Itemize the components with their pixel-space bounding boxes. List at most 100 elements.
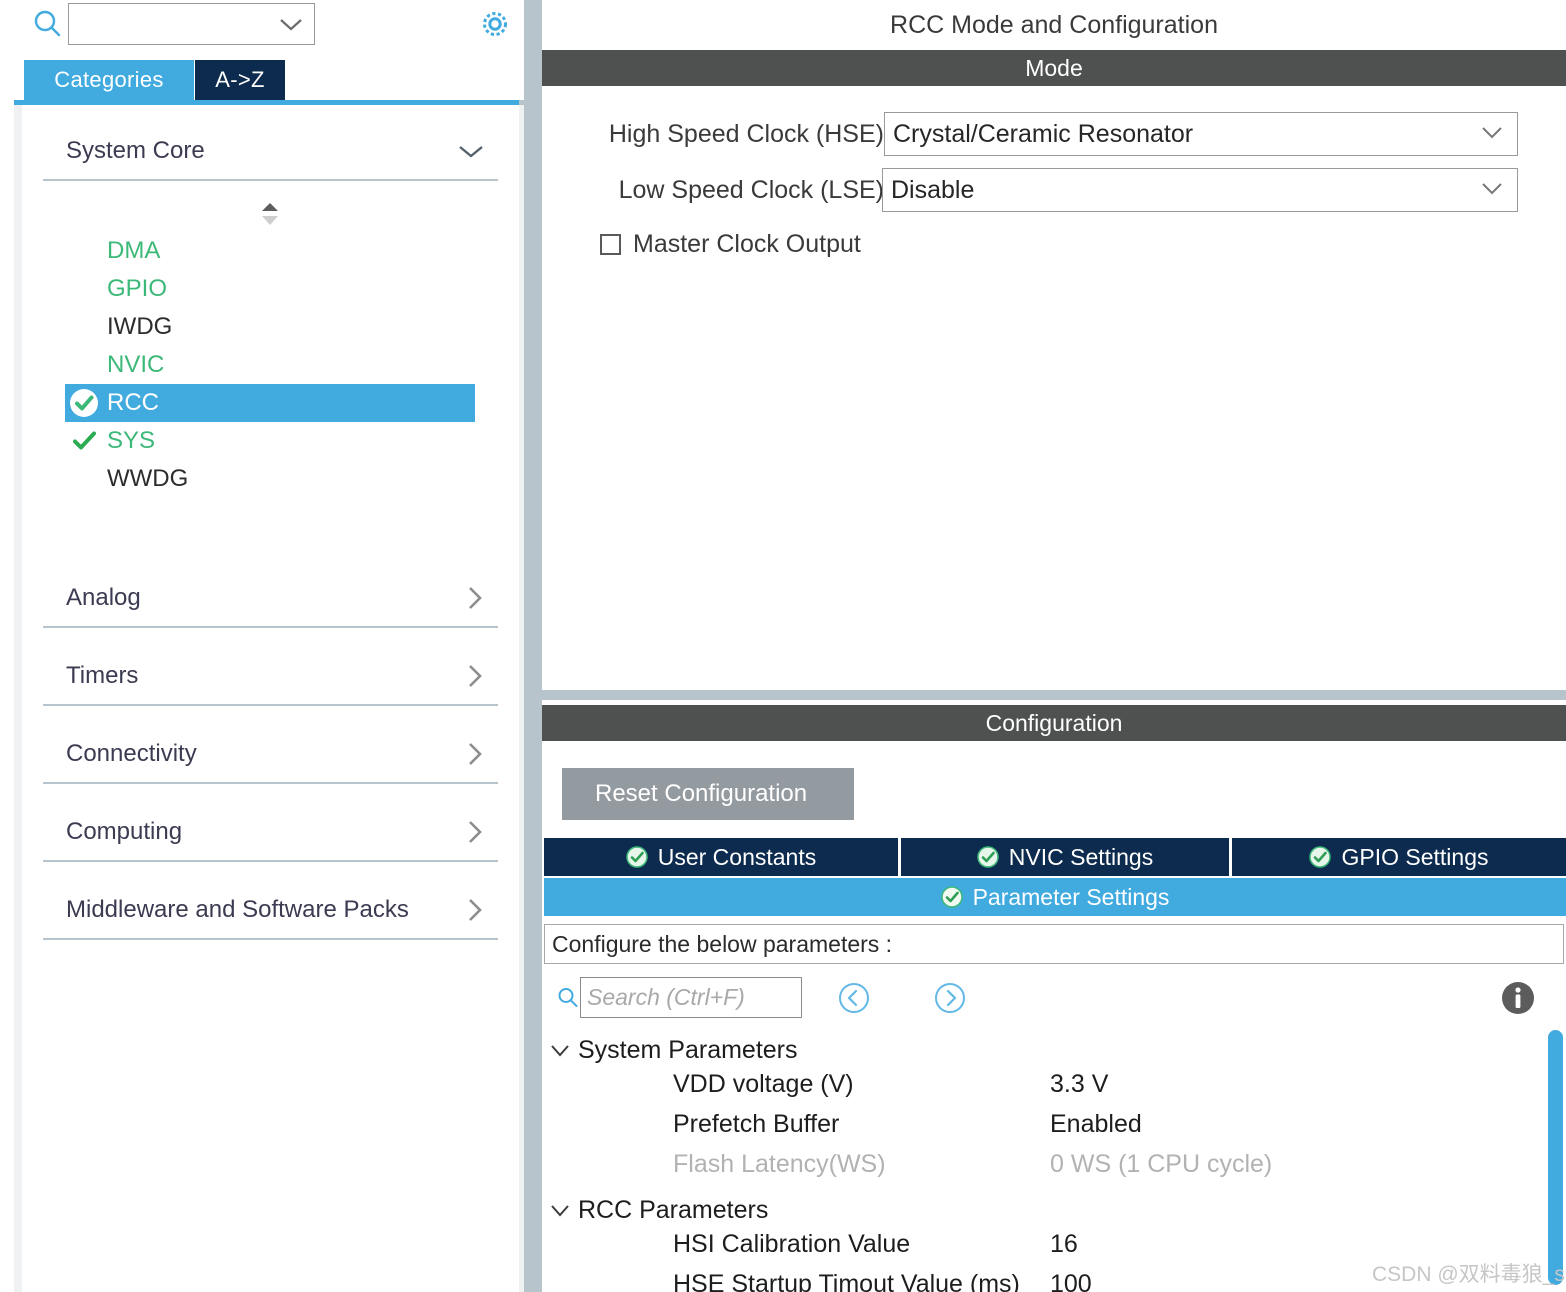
sidebar-item-rcc[interactable]: RCC bbox=[65, 384, 475, 422]
tab-label: Parameter Settings bbox=[972, 883, 1170, 910]
component-sidebar: Categories A->Z System Core DMA GPIO IWD… bbox=[0, 0, 521, 1292]
sidebar-item-wwdg[interactable]: WWDG bbox=[65, 460, 475, 498]
parameter-tree-scrollbar[interactable] bbox=[1548, 1030, 1563, 1285]
tab-label: GPIO Settings bbox=[1341, 843, 1489, 870]
lse-value: Disable bbox=[891, 175, 975, 204]
param-name: VDD voltage (V) bbox=[673, 1070, 854, 1098]
param-group-label: RCC Parameters bbox=[578, 1195, 769, 1224]
info-icon[interactable] bbox=[1500, 980, 1536, 1016]
sidebar-group-connectivity[interactable]: Connectivity bbox=[43, 726, 498, 784]
hse-select[interactable]: Crystal/Ceramic Resonator bbox=[884, 112, 1518, 156]
chevron-right-icon bbox=[464, 817, 498, 847]
splitter-top-gap bbox=[519, 0, 524, 100]
sidebar-tab-underline bbox=[14, 100, 521, 105]
status-badge bbox=[65, 270, 107, 308]
param-group-rcc-parameters[interactable]: RCC Parameters bbox=[542, 1190, 768, 1230]
sidebar-group-label: System Core bbox=[66, 137, 205, 164]
lse-select[interactable]: Disable bbox=[882, 168, 1518, 212]
sidebar-item-label: GPIO bbox=[107, 275, 168, 302]
sidebar-group-middleware[interactable]: Middleware and Software Packs bbox=[43, 882, 498, 940]
param-name: HSE Startup Timout Value (ms) bbox=[673, 1270, 1020, 1292]
status-badge bbox=[65, 308, 107, 346]
chevron-right-icon bbox=[464, 583, 498, 613]
gear-icon[interactable] bbox=[476, 5, 514, 43]
sidebar-scroll-spinner-icon[interactable] bbox=[255, 200, 285, 228]
check-circle-icon bbox=[65, 384, 107, 422]
param-value: 16 bbox=[1050, 1230, 1078, 1258]
master-clock-output-checkbox[interactable] bbox=[600, 234, 621, 255]
next-match-icon[interactable] bbox=[934, 982, 966, 1014]
tab-label: NVIC Settings bbox=[1008, 843, 1154, 870]
parameter-tree: System Parameters VDD voltage (V) 3.3 V … bbox=[542, 1030, 1566, 1292]
sidebar-item-sys[interactable]: SYS bbox=[65, 422, 475, 460]
param-group-system-parameters[interactable]: System Parameters bbox=[542, 1030, 798, 1070]
component-search-combobox[interactable] bbox=[68, 3, 315, 45]
param-row-prefetch-buffer[interactable]: Prefetch Buffer Enabled bbox=[542, 1110, 1566, 1150]
sidebar-group-analog[interactable]: Analog bbox=[43, 570, 498, 628]
sidebar-left-rail bbox=[14, 100, 22, 1292]
mode-section-header: Mode bbox=[542, 50, 1566, 86]
sidebar-search-row bbox=[0, 0, 519, 56]
parameter-search-input[interactable] bbox=[580, 977, 802, 1018]
tab-user-constants[interactable]: User Constants bbox=[544, 838, 898, 876]
sidebar-item-iwdg[interactable]: IWDG bbox=[65, 308, 475, 346]
search-icon bbox=[31, 8, 65, 42]
param-value: Enabled bbox=[1050, 1110, 1142, 1138]
status-badge bbox=[65, 460, 107, 498]
sidebar-group-system-core[interactable]: System Core bbox=[43, 123, 498, 181]
sidebar-group-label: Middleware and Software Packs bbox=[66, 896, 409, 923]
mode-panel: RCC Mode and Configuration Mode High Spe… bbox=[542, 0, 1566, 690]
sidebar-item-label: WWDG bbox=[107, 465, 189, 492]
chevron-down-icon[interactable] bbox=[1481, 181, 1517, 200]
check-icon bbox=[65, 422, 107, 460]
configuration-section-header: Configuration bbox=[542, 705, 1566, 741]
param-value: 0 WS (1 CPU cycle) bbox=[1050, 1150, 1273, 1178]
chevron-down-icon bbox=[542, 1043, 578, 1057]
sidebar-group-label: Computing bbox=[66, 818, 183, 845]
param-name: Prefetch Buffer bbox=[673, 1110, 840, 1138]
chevron-right-icon bbox=[464, 739, 498, 769]
page-title: RCC Mode and Configuration bbox=[890, 10, 1218, 39]
check-circle-icon bbox=[625, 846, 648, 868]
param-name: HSI Calibration Value bbox=[673, 1230, 911, 1258]
chevron-down-icon[interactable] bbox=[1481, 125, 1517, 144]
stm32cubemx-window: Categories A->Z System Core DMA GPIO IWD… bbox=[0, 0, 1566, 1292]
search-icon bbox=[556, 986, 580, 1015]
lse-label-row: Low Speed Clock (LSE) bbox=[588, 168, 884, 212]
param-value: 100 bbox=[1050, 1270, 1092, 1292]
tab-nvic-settings[interactable]: NVIC Settings bbox=[901, 838, 1229, 876]
splitter-light-line bbox=[519, 105, 524, 1292]
param-row-vdd-voltage[interactable]: VDD voltage (V) 3.3 V bbox=[542, 1070, 1566, 1110]
tab-parameter-settings[interactable]: Parameter Settings bbox=[544, 878, 1566, 916]
lse-label: Low Speed Clock (LSE) bbox=[618, 175, 884, 204]
hse-label: High Speed Clock (HSE) bbox=[608, 119, 884, 148]
sidebar-group-label: Connectivity bbox=[66, 740, 197, 767]
param-value: 3.3 V bbox=[1050, 1070, 1109, 1098]
status-badge bbox=[65, 346, 107, 384]
master-clock-output-row[interactable]: Master Clock Output bbox=[600, 230, 861, 259]
reset-configuration-button[interactable]: Reset Configuration bbox=[562, 768, 854, 820]
param-name: Flash Latency(WS) bbox=[673, 1150, 886, 1178]
hse-label-row: High Speed Clock (HSE) bbox=[588, 112, 884, 156]
param-row-flash-latency: Flash Latency(WS) 0 WS (1 CPU cycle) bbox=[542, 1150, 1566, 1190]
hse-value: Crystal/Ceramic Resonator bbox=[893, 119, 1194, 148]
previous-match-icon[interactable] bbox=[838, 982, 870, 1014]
sidebar-tabs: Categories A->Z bbox=[0, 60, 519, 100]
sidebar-group-timers[interactable]: Timers bbox=[43, 648, 498, 706]
chevron-down-icon bbox=[456, 142, 498, 160]
check-circle-icon bbox=[1309, 846, 1332, 868]
sidebar-item-dma[interactable]: DMA bbox=[65, 232, 475, 270]
tab-gpio-settings[interactable]: GPIO Settings bbox=[1232, 838, 1566, 876]
tab-a-to-z[interactable]: A->Z bbox=[195, 60, 285, 100]
sidebar-item-nvic[interactable]: NVIC bbox=[65, 346, 475, 384]
chevron-right-icon bbox=[464, 661, 498, 691]
parameter-search-row bbox=[542, 974, 1566, 1026]
component-search-input[interactable] bbox=[75, 4, 275, 44]
sidebar-item-label: NVIC bbox=[107, 351, 165, 378]
tab-categories[interactable]: Categories bbox=[24, 60, 194, 100]
sidebar-item-label: DMA bbox=[107, 237, 161, 264]
check-circle-icon bbox=[977, 846, 999, 868]
sidebar-group-computing[interactable]: Computing bbox=[43, 804, 498, 862]
sidebar-item-gpio[interactable]: GPIO bbox=[65, 270, 475, 308]
chevron-down-icon[interactable] bbox=[278, 16, 304, 37]
